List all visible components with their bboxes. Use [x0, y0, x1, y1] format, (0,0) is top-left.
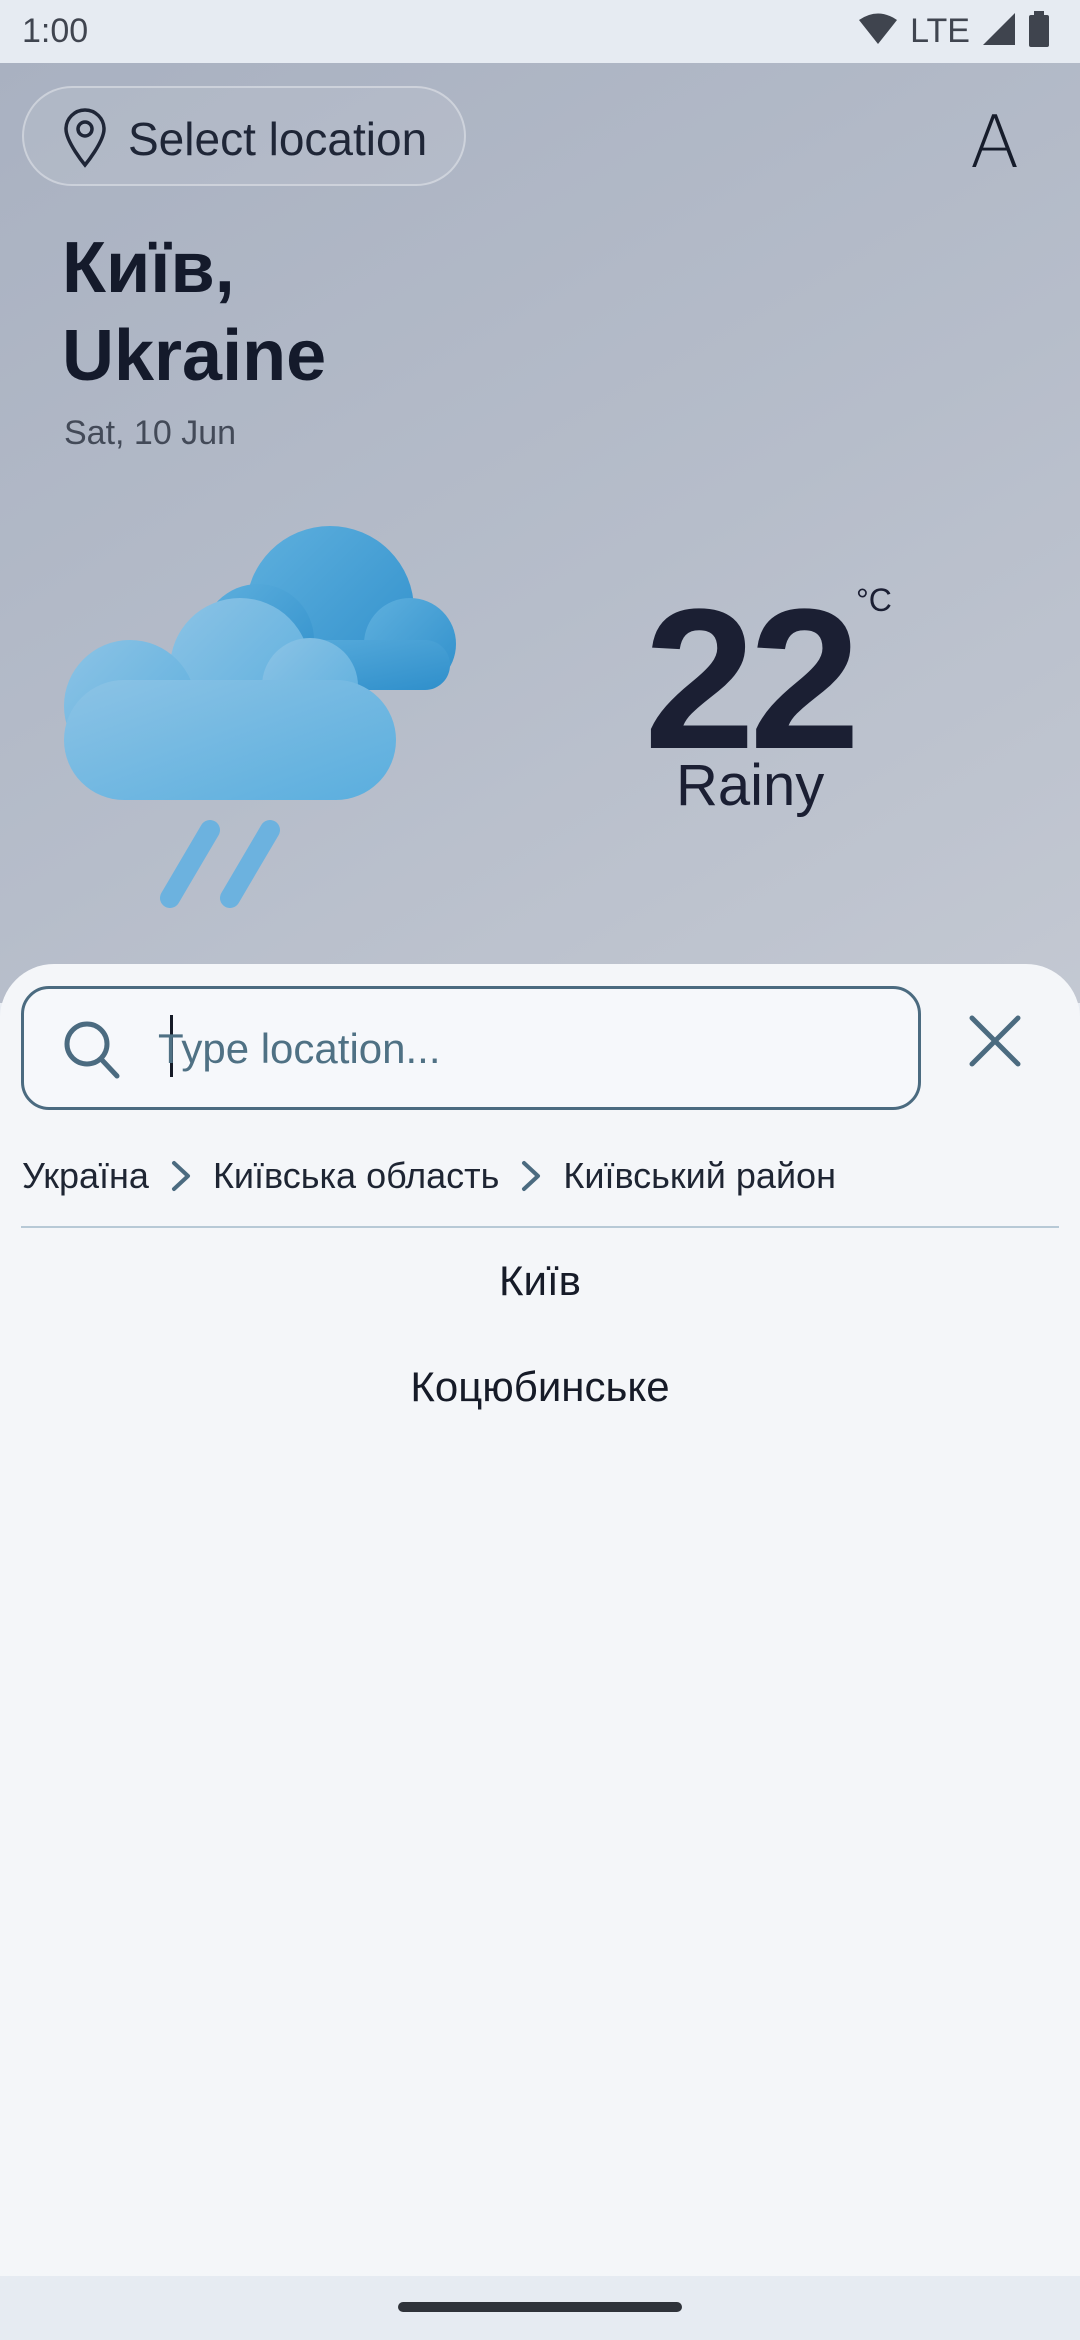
wifi-icon [858, 13, 898, 50]
select-location-button[interactable]: Select location [22, 86, 466, 186]
weather-date: Sat, 10 Jun [64, 414, 237, 452]
breadcrumb-item[interactable]: Київська область [213, 1155, 499, 1197]
results-list: Київ Коцюбинське [0, 1228, 1080, 1440]
status-icons: LTE [858, 10, 1050, 52]
status-time: 1:00 [22, 12, 89, 50]
location-pin-icon [62, 108, 108, 173]
breadcrumb-item[interactable]: Україна [22, 1155, 149, 1197]
search-input[interactable] [152, 1019, 898, 1079]
country-line: Ukraine [62, 316, 327, 396]
rain-cloud-icon [60, 510, 480, 925]
breadcrumb-item[interactable]: Київський район [563, 1155, 836, 1197]
result-item[interactable]: Коцюбинське [0, 1334, 1080, 1440]
result-item[interactable]: Київ [0, 1228, 1080, 1334]
chevron-right-icon [171, 1160, 191, 1192]
select-location-label: Select location [128, 113, 428, 165]
breadcrumb: Україна Київська область Київський район [22, 1146, 836, 1206]
battery-icon [1028, 10, 1050, 52]
location-search-sheet: Україна Київська область Київський район… [0, 964, 1080, 2276]
navigation-bar [0, 2276, 1080, 2340]
city-name: Київ, Ukraine [62, 224, 326, 400]
network-type: LTE [910, 11, 970, 50]
search-icon [62, 1019, 122, 1086]
font-size-button[interactable]: A [970, 100, 1019, 184]
chevron-right-icon [521, 1160, 541, 1192]
status-bar: 1:00 LTE [0, 0, 1080, 63]
signal-icon [982, 12, 1016, 51]
close-icon[interactable] [968, 1014, 1022, 1073]
temperature-unit: °C [856, 582, 892, 618]
search-box[interactable] [21, 986, 921, 1110]
city-line: Київ, [62, 228, 235, 308]
weather-condition: Rainy [676, 753, 825, 818]
home-handle[interactable] [398, 2302, 682, 2312]
temperature: 22 [644, 568, 860, 791]
